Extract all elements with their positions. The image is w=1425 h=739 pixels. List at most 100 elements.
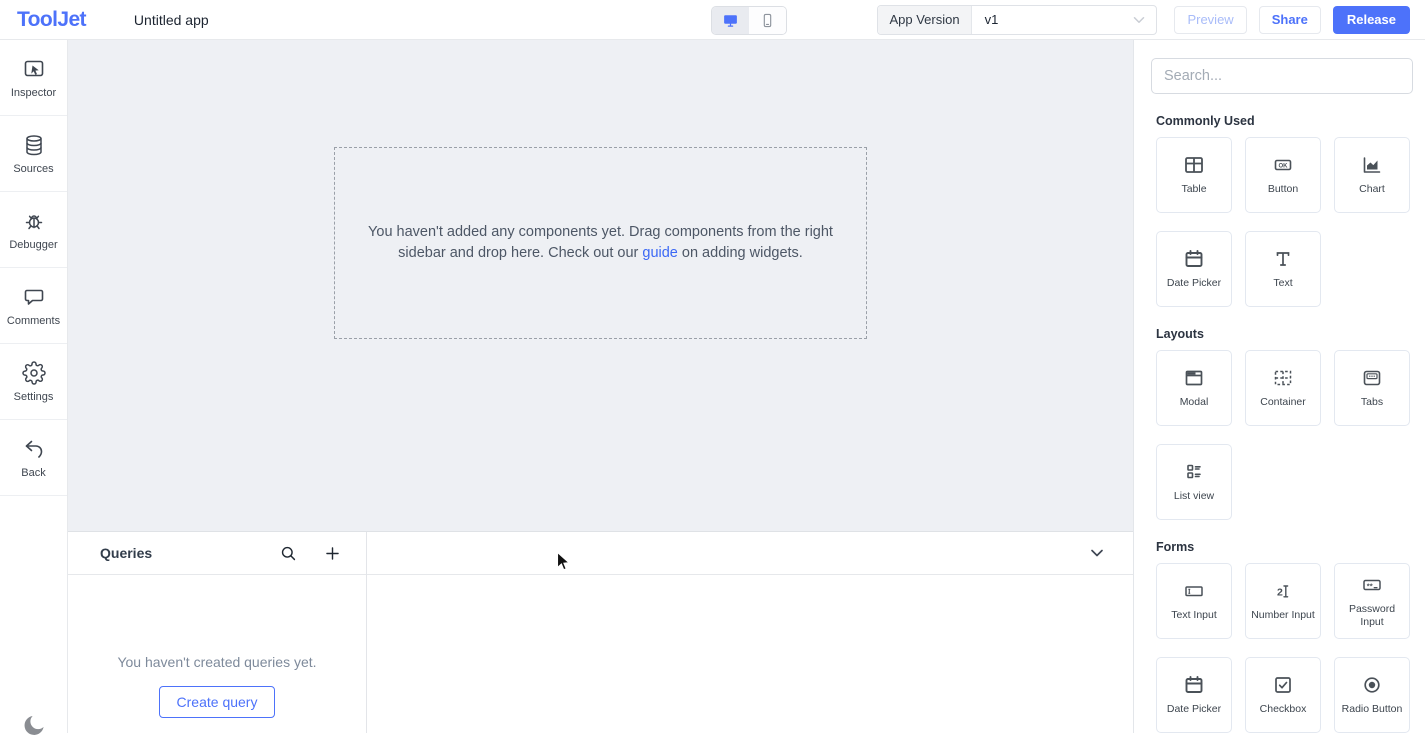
widget-card-chart[interactable]: Chart [1334, 137, 1410, 213]
button-icon: OK [1271, 153, 1295, 177]
empty-message-after: on adding widgets. [678, 245, 803, 261]
text-input-icon [1182, 579, 1206, 603]
widget-card-modal[interactable]: Modal [1156, 350, 1232, 426]
list-view-icon [1182, 460, 1206, 484]
widget-card-tabs[interactable]: Tabs [1334, 350, 1410, 426]
queries-empty-message: You haven't created queries yet. [68, 654, 366, 670]
widget-search-input[interactable] [1151, 58, 1413, 94]
sidebar-item-label: Back [21, 467, 45, 479]
moon-icon[interactable] [20, 712, 47, 739]
sidebar-item-settings[interactable]: Settings [0, 344, 67, 420]
sidebar-item-label: Inspector [11, 87, 56, 99]
widget-card-checkbox[interactable]: Checkbox [1245, 657, 1321, 733]
widget-label: Button [1268, 183, 1298, 196]
queries-title: Queries [100, 545, 279, 561]
widget-card-container[interactable]: Container [1245, 350, 1321, 426]
widget-label: List view [1174, 490, 1214, 503]
sidebar-item-comments[interactable]: Comments [0, 268, 67, 344]
widget-label: Modal [1180, 396, 1209, 409]
settings-icon [22, 361, 46, 385]
widget-grid-commonly-used: Table OK Button Chart Date Picker Text [1156, 137, 1413, 307]
modal-icon [1182, 366, 1206, 390]
widget-card-password-input[interactable]: **Password Input [1334, 563, 1410, 639]
widget-grid-forms: Text Input 2 Number Input **Password Input D… [1156, 563, 1413, 733]
queries-panel: Queries You haven't created queries yet.… [68, 531, 1133, 733]
queries-header: Queries [68, 532, 366, 575]
widget-card-date-picker[interactable]: Date Picker [1156, 657, 1232, 733]
preview-button[interactable]: Preview [1174, 6, 1246, 34]
sidebar-item-inspector[interactable]: Inspector [0, 40, 67, 116]
create-query-button[interactable]: Create query [159, 686, 276, 718]
widget-label: Date Picker [1167, 277, 1221, 290]
widget-label: Text [1273, 277, 1292, 290]
app-title[interactable]: Untitled app [134, 12, 209, 28]
widget-label: Text Input [1171, 609, 1217, 622]
widget-grid-layouts: Modal Container Tabs List view [1156, 350, 1413, 520]
sidebar-item-label: Comments [7, 315, 60, 327]
query-editor-header [367, 532, 1133, 575]
chevron-down-icon[interactable] [1087, 543, 1107, 563]
widget-label: Table [1181, 183, 1206, 196]
widget-card-list-view[interactable]: List view [1156, 444, 1232, 520]
sidebar-item-back[interactable]: Back [0, 420, 67, 496]
plus-icon[interactable] [323, 544, 342, 563]
guide-link[interactable]: guide [642, 245, 677, 261]
widget-section-title-layouts: Layouts [1156, 327, 1413, 341]
mobile-icon [759, 12, 776, 29]
widget-card-text-input[interactable]: Text Input [1156, 563, 1232, 639]
query-editor-pane [367, 532, 1133, 733]
sidebar-item-label: Debugger [9, 239, 57, 251]
topbar-actions: App Version v1 Preview Share Release [877, 5, 1425, 35]
app-canvas[interactable]: You haven't added any components yet. Dr… [68, 40, 1133, 531]
sidebar-item-label: Settings [14, 391, 54, 403]
calendar-icon [1182, 673, 1206, 697]
widget-sections: Commonly UsedTableOKButtonChartDate Pick… [1151, 114, 1413, 733]
canvas-empty-message: You haven't added any components yet. Dr… [351, 222, 851, 264]
checkbox-icon [1271, 673, 1295, 697]
sidebar-item-sources[interactable]: Sources [0, 116, 67, 192]
widget-card-radio-button[interactable]: Radio Button [1334, 657, 1410, 733]
widget-card-number-input[interactable]: 2 Number Input [1245, 563, 1321, 639]
app-version-label: App Version [878, 6, 971, 34]
widget-label: Radio Button [1342, 703, 1403, 716]
widget-label: Checkbox [1260, 703, 1307, 716]
calendar-icon [1182, 247, 1206, 271]
tooljet-logo[interactable]: ToolJet [0, 8, 86, 32]
number-input-icon: 2 [1271, 579, 1295, 603]
tabs-icon [1360, 366, 1384, 390]
comments-icon [22, 285, 46, 309]
widget-label: Tabs [1361, 396, 1383, 409]
app-version-select[interactable]: App Version v1 [877, 5, 1157, 35]
release-button[interactable]: Release [1333, 6, 1410, 34]
chart-icon [1360, 153, 1384, 177]
widget-label: Chart [1359, 183, 1385, 196]
queries-list-pane: Queries You haven't created queries yet.… [68, 532, 367, 733]
top-bar: ToolJet Untitled app App Version v1 Prev… [0, 0, 1425, 40]
desktop-layout-button[interactable] [712, 7, 749, 34]
svg-text:OK: OK [1279, 164, 1289, 170]
widget-card-text[interactable]: Text [1245, 231, 1321, 307]
sidebar-item-label: Sources [13, 163, 53, 175]
debugger-icon [22, 209, 46, 233]
widget-label: Date Picker [1167, 703, 1221, 716]
radio-icon [1360, 673, 1384, 697]
widget-card-date-picker[interactable]: Date Picker [1156, 231, 1232, 307]
widget-card-button[interactable]: OK Button [1245, 137, 1321, 213]
widget-label: Password Input [1339, 603, 1405, 629]
left-sidebar: Inspector Sources Debugger Comments Settings… [0, 40, 68, 733]
device-layout-toggle [711, 6, 787, 35]
share-button[interactable]: Share [1259, 6, 1321, 34]
chevron-down-icon [1130, 11, 1148, 29]
desktop-icon [722, 12, 739, 29]
left-sidebar-items: Inspector Sources Debugger Comments Settings… [0, 40, 67, 496]
sidebar-item-debugger[interactable]: Debugger [0, 192, 67, 268]
widget-card-table[interactable]: Table [1156, 137, 1232, 213]
svg-text:2: 2 [1277, 587, 1283, 599]
canvas-empty-dropzone[interactable]: You haven't added any components yet. Dr… [334, 147, 867, 339]
mobile-layout-button[interactable] [749, 7, 786, 34]
text-icon [1271, 247, 1295, 271]
widgets-sidebar: Commonly UsedTableOKButtonChartDate Pick… [1133, 40, 1425, 733]
search-icon[interactable] [279, 544, 298, 563]
back-icon [22, 437, 46, 461]
widget-label: Number Input [1251, 609, 1315, 622]
